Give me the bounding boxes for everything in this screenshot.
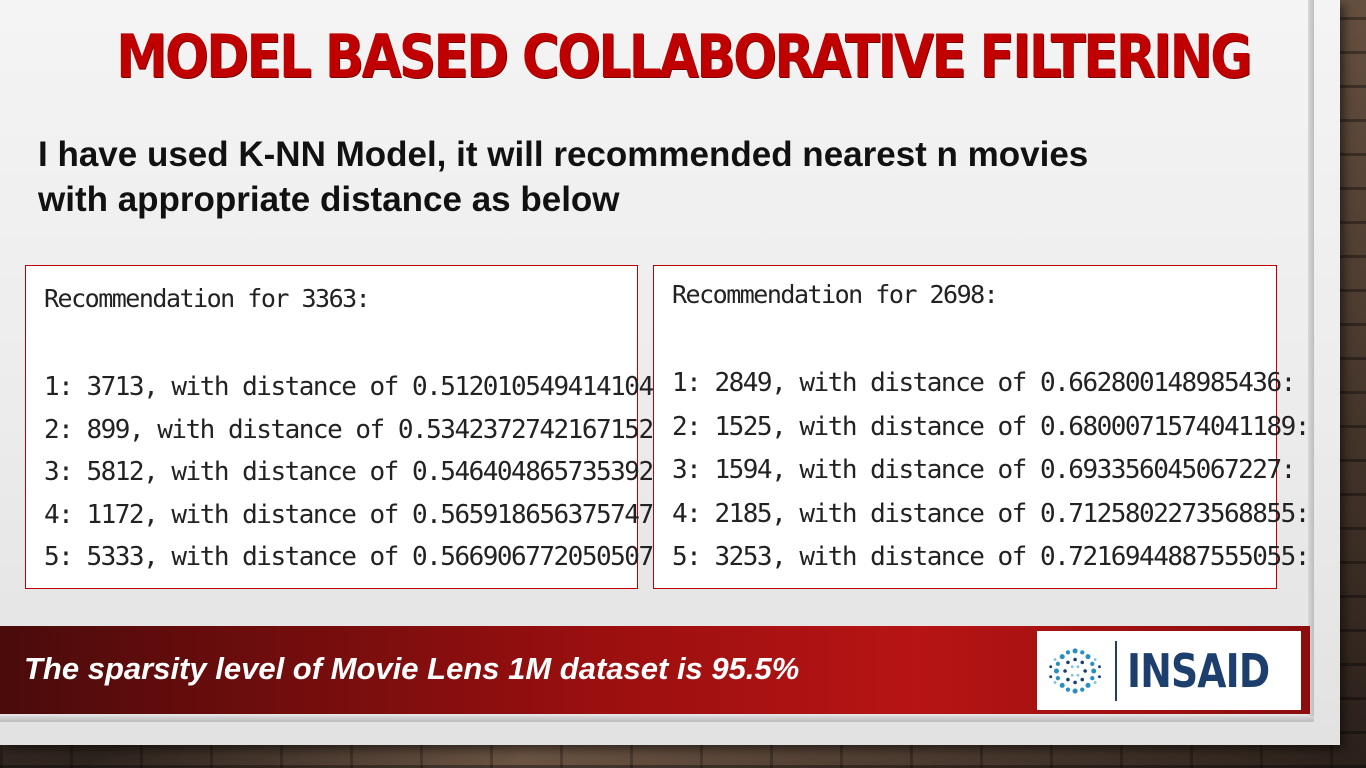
recommendation-list: 1: 3713, with distance of 0.512010549414…: [44, 366, 682, 579]
recommendation-panel-3363: Recommendation for 3363: 1: 3713, with d…: [25, 265, 682, 589]
list-item: 4: 1172, with distance of 0.565918656375…: [44, 499, 682, 530]
list-item: 2: 1525, with distance of 0.680007157404…: [672, 411, 1310, 442]
list-item: 5: 3253, with distance of 0.721694488755…: [672, 542, 1310, 572]
recommendation-panel-2698: Recommendation for 2698: 1: 2849, with d…: [653, 265, 1310, 589]
slide-right-edge: [1308, 0, 1314, 722]
intro-line-1: I have used K-NN Model, it will recommen…: [38, 135, 1089, 174]
list-item: 1: 3713, with distance of 0.512010549414…: [44, 372, 682, 402]
insaid-logo: INSAID: [1037, 631, 1301, 710]
insaid-dots-logo-icon: [1049, 647, 1101, 694]
recommendation-heading: Recommendation for 3363:: [44, 284, 371, 313]
recommendation-list: 1: 2849, with distance of 0.662800148985…: [672, 362, 1310, 580]
slide-bottom-edge: [0, 716, 1314, 722]
recommendation-heading: Recommendation for 2698:: [672, 280, 999, 309]
logo-text: INSAID: [1127, 643, 1270, 698]
intro-line-2: with appropriate distance as below: [38, 180, 620, 219]
intro-text: I have used K-NN Model, it will recommen…: [38, 132, 1278, 222]
list-item: 5: 5333, with distance of 0.566906772050…: [44, 542, 682, 572]
list-item: 3: 5812, with distance of 0.546404865735…: [44, 457, 682, 487]
logo-divider: [1115, 640, 1118, 701]
slide-title: MODEL BASED COLLABORATIVE FILTERING: [116, 22, 1252, 92]
list-item: 1: 2849, with distance of 0.662800148985…: [672, 368, 1296, 398]
list-item: 2: 899, with distance of 0.5342372742167…: [44, 414, 668, 445]
list-item: 3: 1594, with distance of 0.693356045067…: [672, 455, 1296, 485]
list-item: 4: 2185, with distance of 0.712580227356…: [672, 498, 1310, 529]
sparsity-text: The sparsity level of Movie Lens 1M data…: [24, 651, 800, 686]
